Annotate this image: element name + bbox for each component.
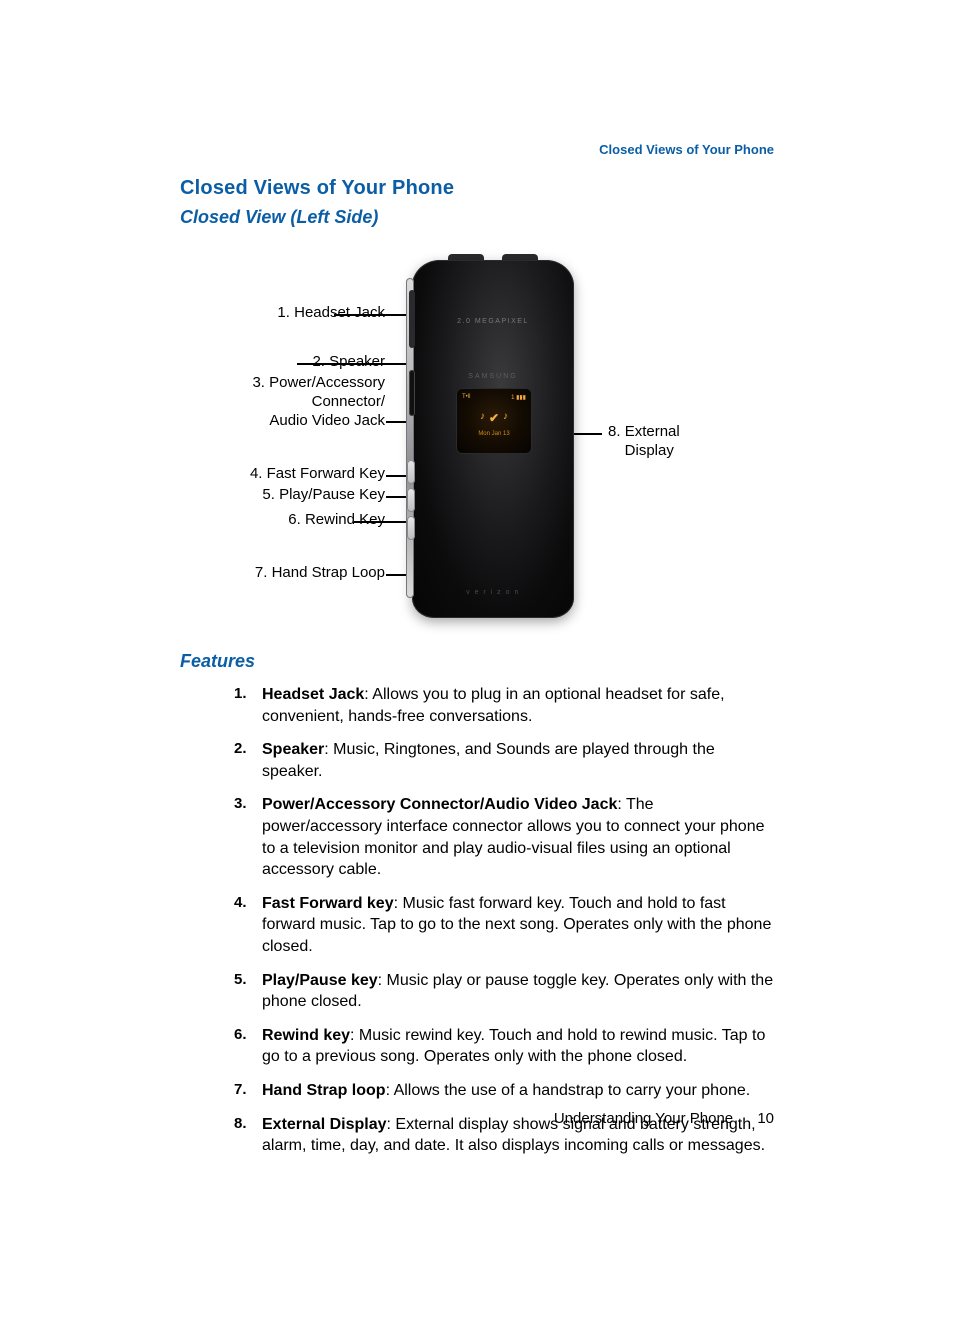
chevron-down-icon: ✔ [489,411,499,425]
feature-item: Power/Accessory Connector/Audio Video Ja… [234,794,778,880]
callout-label-line3: Audio Video Jack [269,412,385,429]
feature-item: Fast Forward key: Music fast forward key… [234,893,778,958]
section-heading: Closed Views of Your Phone [180,177,454,200]
callout-label: Play/Pause Key [279,486,385,503]
callout-label: Hand Strap Loop [272,564,385,581]
footer-section: Understanding Your Phone [554,1110,733,1127]
battery-icon: 1 ▮▮▮ [511,394,526,401]
subsection-heading-closed-view: Closed View (Left Side) [180,207,378,228]
music-icon: ♪ [480,411,485,425]
callout-8: 8. External Display [608,423,748,461]
rewind-key [407,516,415,540]
feature-item: Headset Jack: Allows you to plug in an o… [234,684,778,727]
feature-item: Speaker: Music, Ringtones, and Sounds ar… [234,739,778,782]
phone-diagram: 1. Headset Jack 2. Speaker 3. Power/Acce… [180,260,780,630]
callout-number: 5 [262,486,270,503]
feature-desc: : Music, Ringtones, and Sounds are playe… [262,741,715,780]
feature-term: Power/Accessory Connector/Audio Video Ja… [262,796,617,813]
note-icon: ♪ [503,411,508,425]
feature-item: Rewind key: Music rewind key. Touch and … [234,1025,778,1068]
callout-number: 1 [277,304,285,321]
subsection-heading-features: Features [180,651,255,672]
feature-term: Fast Forward key [262,895,394,912]
feature-term: Headset Jack [262,686,364,703]
callout-number: 2 [312,353,320,370]
callout-5: 5. Play/Pause Key [180,486,385,505]
callout-label-line1: Power/Accessory [269,374,385,391]
callout-label: Headset Jack [294,304,385,321]
feature-term: Play/Pause key [262,972,378,989]
feature-desc: : Allows the use of a handstrap to carry… [386,1082,751,1099]
features-list: Headset Jack: Allows you to plug in an o… [234,684,778,1169]
callout-label: Rewind Key [305,511,385,528]
power-connector [409,370,415,416]
callout-number: 4 [250,465,258,482]
callout-label-line2: Connector/ [312,393,385,410]
feature-item: Play/Pause key: Music play or pause togg… [234,970,778,1013]
callout-label: Fast Forward Key [267,465,385,482]
callout-7: 7. Hand Strap Loop [180,564,385,583]
page: Closed Views of Your Phone Closed Views … [0,0,954,1319]
callout-number: 8 [608,423,616,440]
callout-label-line1: External [625,423,680,440]
signal-icon: T•ll [462,394,470,401]
phone-brand-label: SAMSUNG [412,373,574,380]
page-footer: Understanding Your Phone 10 [554,1110,774,1127]
running-head: Closed Views of Your Phone [599,142,774,157]
callout-number: 7 [255,564,263,581]
play-pause-key [407,488,415,512]
external-display: T•ll 1 ▮▮▮ ♪ ✔ ♪ Mon Jan 13 [456,388,532,454]
callout-label: Speaker [329,353,385,370]
callout-label-line2: Display [625,442,674,459]
page-number: 10 [757,1110,774,1127]
phone-illustration: 2.0 MEGAPIXEL SAMSUNG T•ll 1 ▮▮▮ ♪ ✔ ♪ M… [412,260,574,620]
fast-forward-key [407,460,415,484]
feature-term: External Display [262,1116,387,1133]
headset-jack [409,290,415,348]
carrier-label: v e r i z o n [412,589,574,596]
callout-number: 3 [252,374,260,391]
feature-term: Rewind key [262,1027,350,1044]
external-display-date: Mon Jan 13 [456,431,532,437]
feature-item: Hand Strap loop: Allows the use of a han… [234,1080,778,1102]
callout-3: 3. Power/Accessory Connector/ Audio Vide… [180,374,385,430]
callout-4: 4. Fast Forward Key [180,465,385,484]
phone-camera-label: 2.0 MEGAPIXEL [412,318,574,325]
feature-term: Hand Strap loop [262,1082,386,1099]
callout-number: 6 [288,511,296,528]
feature-term: Speaker [262,741,324,758]
